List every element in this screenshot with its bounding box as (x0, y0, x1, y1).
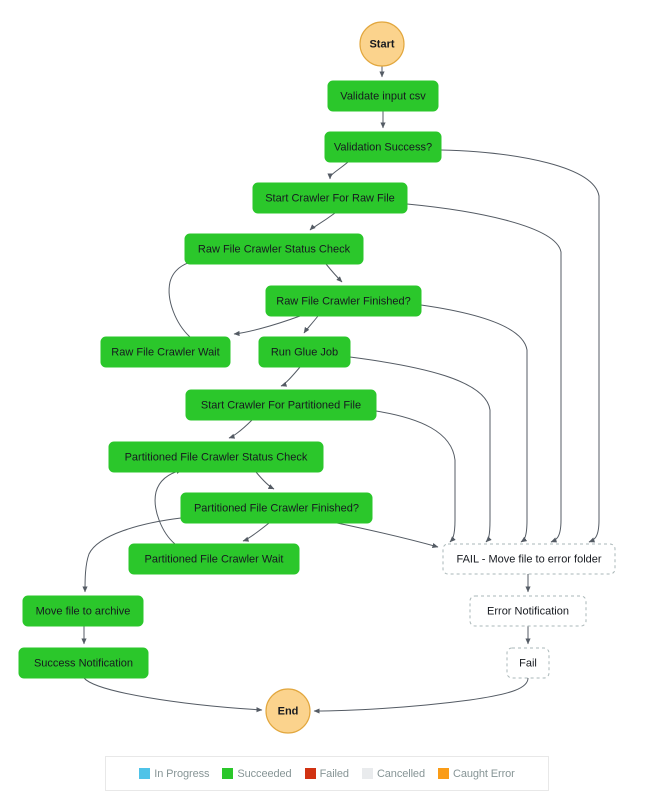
edge-run_glue-to-start_part (280, 366, 301, 387)
node-shape-part_wait (128, 543, 300, 575)
edge-raw_finished-to-fail_move (420, 304, 528, 543)
node-fail[interactable]: Fail (506, 647, 550, 679)
node-start_raw[interactable]: Start Crawler For Raw File (252, 182, 408, 214)
node-shape-start (359, 21, 405, 67)
node-shape-start_part (185, 389, 377, 421)
legend-swatch-icon (222, 768, 234, 779)
edge-start_part-to-fail_move (375, 410, 456, 543)
node-shape-raw_finished (265, 285, 422, 317)
legend-swatch-icon (304, 768, 316, 779)
node-shape-success_notif (18, 647, 149, 679)
legend-swatch-icon (139, 768, 151, 779)
node-part_wait[interactable]: Partitioned File Crawler Wait (128, 543, 300, 575)
node-part_status[interactable]: Partitioned File Crawler Status Check (108, 441, 324, 473)
status-legend: In Progress Succeeded Failed Cancelled Caugh… (105, 756, 549, 791)
node-run_glue[interactable]: Run Glue Job (258, 336, 351, 368)
node-raw_finished[interactable]: Raw File Crawler Finished? (265, 285, 422, 317)
node-layer: Start Validate input csv Validation Succes… (18, 21, 616, 734)
node-shape-validation_ok (324, 131, 442, 163)
node-part_finished[interactable]: Partitioned File Crawler Finished? (180, 492, 373, 524)
edge-fail-to-end (313, 677, 529, 714)
node-validation_ok[interactable]: Validation Success? (324, 131, 442, 163)
edge-raw_finished-to-raw_wait (233, 315, 301, 337)
node-raw_wait[interactable]: Raw File Crawler Wait (100, 336, 231, 368)
node-start[interactable]: Start (359, 21, 405, 67)
node-shape-fail_move (442, 543, 616, 575)
legend-label: In Progress (154, 767, 210, 780)
legend-swatch-icon (361, 768, 373, 779)
state-machine-graph: Start Validate input csv Validation Succes… (18, 21, 616, 734)
edge-raw_finished-to-run_glue (303, 315, 319, 334)
legend-label: Cancelled (376, 767, 425, 780)
edge-start_raw-to-fail_move (406, 203, 562, 543)
node-end[interactable]: End (265, 688, 311, 734)
node-shape-validate (327, 80, 439, 112)
edge-part_wait-to-part_status (154, 468, 183, 545)
edge-start_part-to-part_status (228, 419, 253, 439)
node-success_notif[interactable]: Success Notification (18, 647, 149, 679)
node-shape-end (265, 688, 311, 734)
node-error_notif[interactable]: Error Notification (469, 595, 587, 627)
legend-item-failed: Failed (304, 767, 349, 780)
node-shape-part_finished (180, 492, 373, 524)
edge-success_notif-to-end (83, 677, 263, 713)
node-validate[interactable]: Validate input csv (327, 80, 439, 112)
node-shape-start_raw (252, 182, 408, 214)
legend-label: Failed (319, 767, 349, 780)
legend-item-caught-error: Caught Error (437, 767, 515, 780)
edge-validation_ok-to-fail_move (440, 149, 600, 543)
edge-part_finished-to-fail_move (336, 522, 439, 549)
edge-part_finished-to-part_wait (242, 522, 270, 542)
edge-validation_ok-to-start_raw (327, 161, 349, 180)
legend-label: Caught Error (452, 767, 515, 780)
edge-start_raw-to-raw_status (309, 212, 336, 231)
node-raw_status[interactable]: Raw File Crawler Status Check (184, 233, 364, 265)
edge-raw_status-to-raw_finished (325, 263, 343, 283)
node-fail_move[interactable]: FAIL - Move file to error folder (442, 543, 616, 575)
node-shape-raw_status (184, 233, 364, 265)
legend-item-succeeded: Succeeded (222, 767, 292, 780)
node-shape-run_glue (258, 336, 351, 368)
node-start_part[interactable]: Start Crawler For Partitioned File (185, 389, 377, 421)
node-shape-part_status (108, 441, 324, 473)
legend-swatch-icon (437, 768, 449, 779)
edge-part_status-to-part_finished (255, 471, 275, 490)
legend-item-in-progress: In Progress (139, 767, 210, 780)
legend-label: Succeeded (237, 767, 292, 780)
legend-item-cancelled: Cancelled (361, 767, 425, 780)
node-shape-raw_wait (100, 336, 231, 368)
node-shape-fail (506, 647, 550, 679)
node-shape-error_notif (469, 595, 587, 627)
node-shape-move_archive (22, 595, 144, 627)
node-move_archive[interactable]: Move file to archive (22, 595, 144, 627)
edge-raw_wait-to-raw_status (168, 259, 197, 338)
